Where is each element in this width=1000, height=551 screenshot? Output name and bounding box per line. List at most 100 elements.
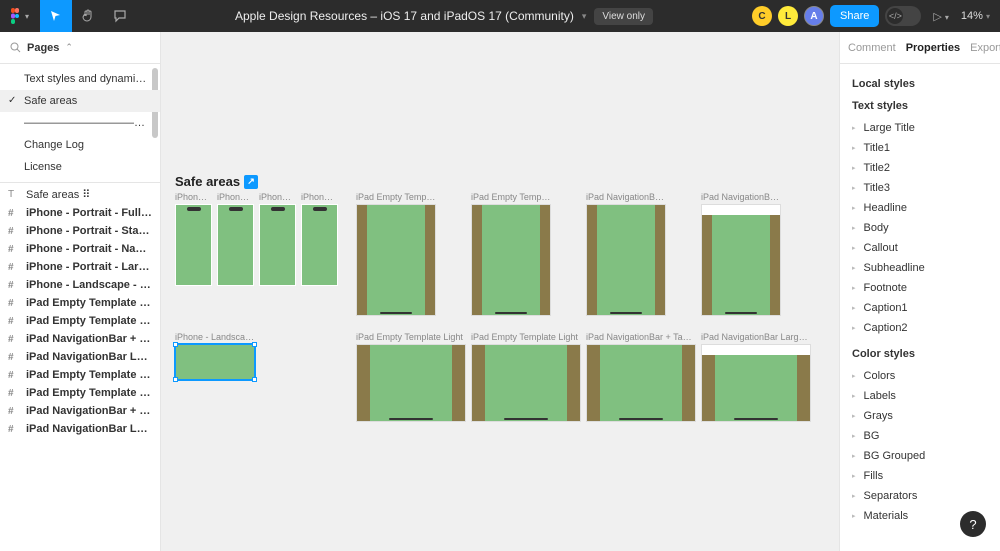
layer-row[interactable]: #iPad NavigationBar Large Title + … [0,420,160,438]
text-style-row[interactable]: ▸Callout [852,238,988,258]
frame-label: iPad Empty Template Light [356,332,466,342]
figma-menu-button[interactable]: ▾ [0,0,40,32]
canvas-frame[interactable]: iPhone … [259,192,296,286]
color-style-row[interactable]: ▸BG [852,426,988,446]
layer-icon: # [8,298,20,309]
style-name: BG [864,430,880,442]
move-tool-button[interactable] [40,0,72,32]
layer-icon: # [8,388,20,399]
tab-properties[interactable]: Properties [906,42,960,54]
canvas-frame[interactable]: iPad Empty Template Light [471,332,581,422]
disclosure-icon: ▸ [852,124,856,132]
help-button[interactable]: ? [960,511,986,537]
disclosure-icon: ▸ [852,244,856,252]
comment-tool-button[interactable] [104,0,136,32]
layer-name: iPad NavigationBar Large Title + … [26,351,152,363]
text-style-row[interactable]: ▸Caption2 [852,318,988,338]
share-button[interactable]: Share [830,5,879,27]
style-name: Materials [864,510,909,522]
layer-row[interactable]: #iPad Empty Template Light [0,294,160,312]
canvas-frame[interactable]: iPad NavigationBar Large Tit… [701,332,811,422]
page-item[interactable]: Text styles and dynamic type [0,68,160,90]
text-style-row[interactable]: ▸Title1 [852,138,988,158]
text-style-row[interactable]: ▸Headline [852,198,988,218]
section-arrow-icon: ↗ [244,175,258,189]
dev-mode-toggle[interactable]: </> [885,6,921,26]
avatar-user-c[interactable]: C [752,6,772,26]
disclosure-icon: ▸ [852,164,856,172]
layer-row[interactable]: #iPad NavigationBar Large Title + … [0,348,160,366]
color-style-row[interactable]: ▸Colors [852,366,988,386]
canvas-frame[interactable]: iPad Empty Template Light [356,332,466,422]
canvas-frame[interactable]: iPad NavigationBar … [586,192,666,316]
layer-row[interactable]: TSafe areas ⠿ [0,185,160,204]
color-style-row[interactable]: ▸Fills [852,466,988,486]
style-name: Body [864,222,889,234]
left-panel: Pages ⌃ Text styles and dynamic type✓Saf… [0,32,161,551]
text-style-row[interactable]: ▸Title3 [852,178,988,198]
text-style-row[interactable]: ▸Subheadline [852,258,988,278]
canvas-frame[interactable]: iPad NavigationBar … [701,192,781,316]
right-panel: Comment Properties Export Local styles T… [839,32,1000,551]
avatar-user-l[interactable]: L [778,6,798,26]
layer-name: iPad Empty Template Light [26,369,152,381]
text-style-row[interactable]: ▸Body [852,218,988,238]
frame-label: iPad NavigationBar + TabBar… [586,332,696,342]
hand-tool-button[interactable] [72,0,104,32]
search-icon[interactable] [10,42,21,53]
frame-label: iPad NavigationBar … [586,192,666,202]
pages-chevron-icon[interactable]: ⌃ [65,42,73,53]
canvas-frame[interactable]: iPad Empty Templa… [471,192,551,316]
layer-row[interactable]: #iPad NavigationBar + TabBar Te… [0,330,160,348]
layer-icon: # [8,226,20,237]
layer-row[interactable]: #iPhone - Portrait - Navigation Bar [0,240,160,258]
frame-label: iPad Empty Template Light [471,332,581,342]
layer-row[interactable]: #iPad Empty Template Light [0,366,160,384]
page-item[interactable]: License [0,156,160,178]
file-title[interactable]: Apple Design Resources – iOS 17 and iPad… [235,9,574,23]
layer-row[interactable]: #iPad Empty Template Light [0,312,160,330]
canvas-frame[interactable]: iPhone … [301,192,338,286]
color-style-row[interactable]: ▸Separators [852,486,988,506]
layer-row[interactable]: # iPhone - Portrait - Full Screen [0,204,160,222]
right-panel-tabs: Comment Properties Export [840,32,1000,64]
layer-row[interactable]: #iPad Empty Template Light [0,384,160,402]
file-chevron-icon[interactable]: ▾ [582,11,587,22]
avatar-user-a[interactable]: A [804,6,824,26]
zoom-level[interactable]: 14% ▾ [961,10,990,22]
disclosure-icon: ▸ [852,392,856,400]
color-style-row[interactable]: ▸BG Grouped [852,446,988,466]
canvas-frame[interactable]: iPad Empty Templa… [356,192,436,316]
tab-export[interactable]: Export [970,42,1000,54]
text-style-row[interactable]: ▸Footnote [852,278,988,298]
text-style-row[interactable]: ▸Large Title [852,118,988,138]
page-item[interactable]: Change Log [0,134,160,156]
text-style-row[interactable]: ▸Title2 [852,158,988,178]
view-only-badge[interactable]: View only [594,8,653,25]
pages-header[interactable]: Pages ⌃ [0,32,160,64]
page-item[interactable]: ✓Safe areas [0,90,160,112]
layer-row[interactable]: #iPhone - Landscape - Full Screen [0,276,160,294]
layer-name: iPhone - Portrait - Full Screen [26,207,152,219]
layer-icon: # [8,208,20,219]
frame-label: iPhone … [217,192,254,202]
canvas[interactable]: Safe areas ↗ iPhone …iPhone …iPhone …iPh… [161,32,839,551]
text-style-row[interactable]: ▸Caption1 [852,298,988,318]
style-name: Grays [864,410,893,422]
page-item[interactable]: ———————————... [0,112,160,134]
present-button[interactable]: ▷ ▾ [927,10,955,23]
canvas-frame[interactable]: iPad NavigationBar + TabBar… [586,332,696,422]
section-label[interactable]: Safe areas ↗ [175,174,258,189]
color-style-row[interactable]: ▸Grays [852,406,988,426]
style-name: Title3 [864,182,891,194]
layer-row[interactable]: #iPhone - Portrait - Large Navigati… [0,258,160,276]
canvas-frame[interactable]: iPhone … [217,192,254,286]
frame-label: iPhone … [175,192,212,202]
canvas-frame[interactable]: iPhone … [175,192,212,286]
tab-comment[interactable]: Comment [848,42,896,54]
text-styles-heading: Text styles [852,100,988,112]
color-style-row[interactable]: ▸Labels [852,386,988,406]
layer-row[interactable]: #iPhone - Portrait - Status Bar Only [0,222,160,240]
layer-row[interactable]: #iPad NavigationBar + TabBar Te… [0,402,160,420]
canvas-frame[interactable]: iPhone - Landscape… [175,332,255,380]
